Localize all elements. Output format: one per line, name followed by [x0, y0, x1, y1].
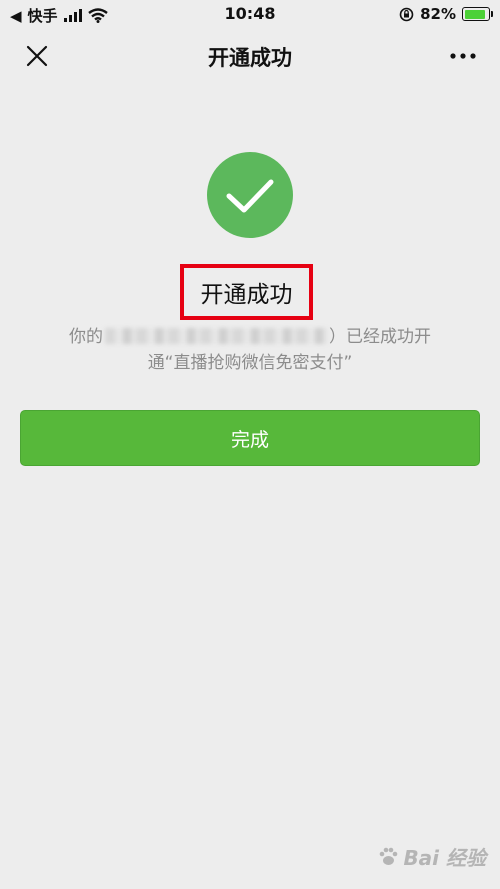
- result-description-line2: 通“直播抢购微信免密支付”: [147, 353, 353, 373]
- more-options-icon[interactable]: [448, 43, 478, 69]
- paw-logo-icon: [380, 847, 398, 865]
- battery-percent: 82%: [420, 5, 456, 23]
- description-prefix: 你的: [69, 327, 103, 347]
- watermark-text: Bai 经验: [403, 846, 486, 870]
- navigation-bar: 开通成功: [0, 30, 500, 82]
- status-bar: ◀ 快手 10:48 82%: [0, 0, 500, 30]
- done-button[interactable]: 完成: [20, 410, 480, 466]
- status-right: 82%: [399, 5, 493, 23]
- page-title: 开通成功: [208, 46, 292, 70]
- result-title-highlight: 开通成功: [180, 264, 313, 320]
- success-check-icon: [207, 152, 293, 238]
- result-description-line1: 你的 ）已经成功开: [0, 322, 500, 347]
- rotation-lock-icon: [399, 7, 414, 21]
- redacted-text: [105, 328, 327, 344]
- result-title: 开通成功: [200, 282, 293, 308]
- baidu-watermark: Bai 经验: [377, 842, 486, 871]
- battery-icon: [462, 7, 493, 21]
- description-suffix: ）已经成功开: [329, 327, 431, 347]
